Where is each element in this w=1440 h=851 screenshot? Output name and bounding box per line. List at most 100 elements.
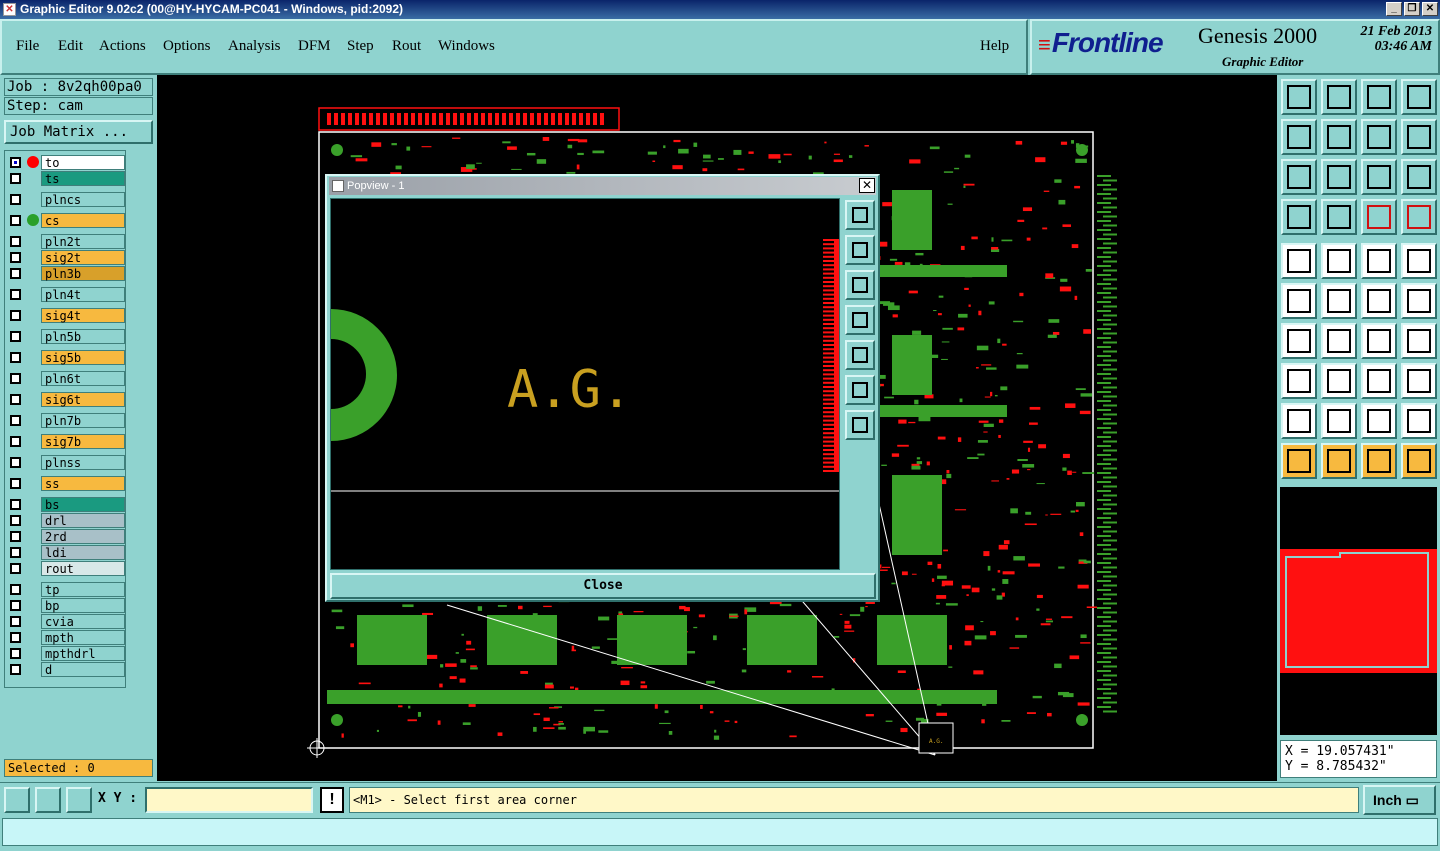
pointer-box2-icon[interactable] (1361, 443, 1397, 479)
menu-actions[interactable]: Actions (99, 38, 146, 55)
layer-row-ss[interactable]: ss (7, 476, 125, 491)
popview-zoom-out-icon[interactable] (845, 410, 875, 440)
layer-row-pln4t[interactable]: pln4t (7, 287, 125, 302)
layer-row-mpthdrl[interactable]: mpthdrl (7, 646, 125, 661)
flip-icon[interactable] (1401, 323, 1437, 359)
layer-checkbox[interactable] (10, 478, 21, 489)
angle-icon[interactable] (1281, 323, 1317, 359)
job-matrix-button[interactable]: Job Matrix ... (4, 120, 153, 144)
layer-row-pln2t[interactable]: pln2t (7, 234, 125, 249)
layer-checkbox[interactable] (10, 664, 21, 675)
top-view-icon[interactable] (1281, 79, 1317, 115)
connect-icon[interactable] (1281, 283, 1317, 319)
layer-name[interactable]: ldi (41, 545, 125, 560)
pad-shift-icon[interactable] (1281, 363, 1317, 399)
layer-checkbox[interactable] (10, 531, 21, 542)
layer-checkbox[interactable] (10, 415, 21, 426)
alert-button[interactable]: ! (320, 787, 344, 813)
layer-name[interactable]: pln3b (41, 266, 125, 281)
layer-name[interactable]: pln7b (41, 413, 125, 428)
grid-view-icon[interactable] (1321, 199, 1357, 235)
menu-options[interactable]: Options (163, 38, 211, 55)
xy-input[interactable] (145, 787, 313, 813)
layer-row-bp[interactable]: bp (7, 598, 125, 613)
route2-icon[interactable] (1401, 283, 1437, 319)
layer-checkbox[interactable] (10, 457, 21, 468)
layer-name[interactable]: sig6t (41, 392, 125, 407)
layer-name[interactable]: pln2t (41, 234, 125, 249)
layer-name[interactable]: pln6t (41, 371, 125, 386)
layer-checkbox[interactable] (10, 547, 21, 558)
layer-checkbox[interactable] (10, 289, 21, 300)
arc-b-icon[interactable] (1401, 403, 1437, 439)
layer-name[interactable]: sig2t (41, 250, 125, 265)
mirror-icon[interactable] (1361, 119, 1397, 155)
select-arrow-icon[interactable] (1281, 243, 1317, 279)
layer-checkbox[interactable] (10, 600, 21, 611)
layer-checkbox[interactable] (10, 268, 21, 279)
popview-pan-right-icon[interactable] (845, 340, 875, 370)
close-window-button[interactable]: ✕ (1422, 2, 1438, 16)
layer-row-cvia[interactable]: cvia (7, 614, 125, 629)
layer-name[interactable]: cs (41, 213, 125, 228)
triangle-b-icon[interactable] (1321, 403, 1357, 439)
line-shift-icon[interactable] (1321, 363, 1357, 399)
layer-checkbox[interactable] (10, 157, 21, 168)
layer-row-tp[interactable]: tp (7, 582, 125, 597)
snap-line-icon[interactable] (1401, 119, 1437, 155)
popview-close-button[interactable]: Close (330, 573, 876, 599)
layer-checkbox[interactable] (10, 252, 21, 263)
grid-icon[interactable] (66, 787, 92, 813)
net-icon[interactable] (1361, 199, 1397, 235)
help-icon[interactable] (1401, 159, 1437, 195)
layer-checkbox[interactable] (10, 648, 21, 659)
layer-row-pln7b[interactable]: pln7b (7, 413, 125, 428)
fit-icon[interactable] (1281, 159, 1317, 195)
layer-name[interactable]: rout (41, 561, 125, 576)
layer-checkbox[interactable] (10, 173, 21, 184)
layer-name[interactable]: cvia (41, 614, 125, 629)
node-icon[interactable] (1401, 443, 1437, 479)
layer-row-2rd[interactable]: 2rd (7, 529, 125, 544)
popview-close-x[interactable]: ✕ (859, 178, 875, 193)
layer-checkbox[interactable] (10, 584, 21, 595)
scale-icon[interactable] (1361, 159, 1397, 195)
layer-row-sig2t[interactable]: sig2t (7, 250, 125, 265)
layer-name[interactable]: tp (41, 582, 125, 597)
layer-checkbox[interactable] (10, 394, 21, 405)
rotate-icon[interactable] (1361, 323, 1397, 359)
link-icon[interactable] (1401, 363, 1437, 399)
overview-map[interactable] (1280, 487, 1437, 735)
layer-checkbox[interactable] (10, 236, 21, 247)
pan-left-icon[interactable] (1281, 119, 1317, 155)
popview-pan-left-icon[interactable] (845, 305, 875, 335)
layer-checkbox[interactable] (10, 352, 21, 363)
layer-name[interactable]: plncs (41, 192, 125, 207)
layer-checkbox[interactable] (10, 436, 21, 447)
layer-row-mpth[interactable]: mpth (7, 630, 125, 645)
menu-edit[interactable]: Edit (58, 38, 83, 55)
layer-checkbox[interactable] (10, 194, 21, 205)
layer-name[interactable]: sig7b (41, 434, 125, 449)
measure-icon[interactable] (35, 787, 61, 813)
pan-right-icon[interactable] (1321, 119, 1357, 155)
popview-zoom-in-icon[interactable] (845, 375, 875, 405)
cross-icon[interactable] (1321, 283, 1357, 319)
pointer-box-icon[interactable] (1321, 443, 1357, 479)
menu-dfm[interactable]: DFM (298, 38, 331, 55)
layer-name[interactable]: bs (41, 497, 125, 512)
menu-step[interactable]: Step (347, 38, 374, 55)
popview-pan-up-icon[interactable] (845, 235, 875, 265)
layer-name[interactable]: mpthdrl (41, 646, 125, 661)
layer-checkbox[interactable] (10, 632, 21, 643)
features-icon[interactable] (1401, 199, 1437, 235)
layer-name[interactable]: to (41, 155, 125, 170)
layer-row-sig6t[interactable]: sig6t (7, 392, 125, 407)
layer-name[interactable]: d (41, 662, 125, 677)
layer-name[interactable]: pln4t (41, 287, 125, 302)
layer-row-plncs[interactable]: plncs (7, 192, 125, 207)
arc-a-icon[interactable] (1361, 403, 1397, 439)
layer-checkbox[interactable] (10, 310, 21, 321)
layer-name[interactable]: sig5b (41, 350, 125, 365)
layer-checkbox[interactable] (10, 616, 21, 627)
